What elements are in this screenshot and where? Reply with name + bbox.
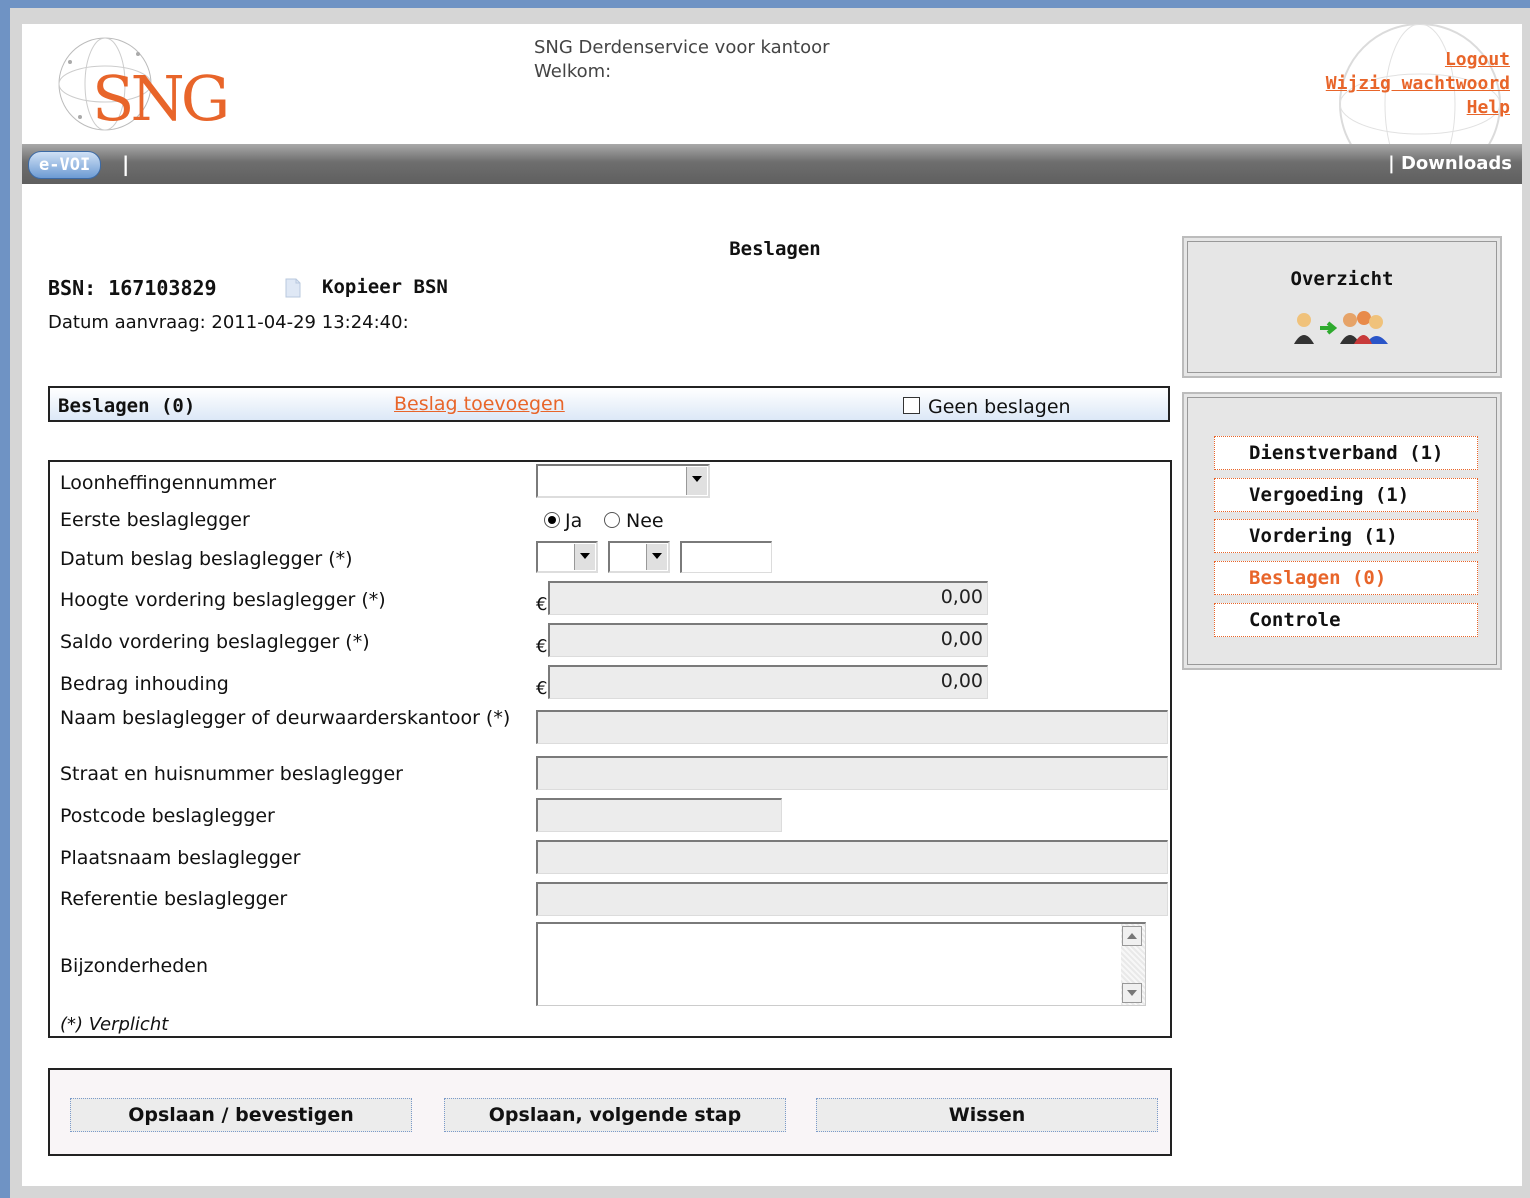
label-loonheffingennummer: Loonheffingennummer [60,472,277,494]
navbar: e-VOI | | Downloads [22,144,1522,184]
page-border-bottom [10,1186,1530,1198]
garnishment-form: Loonheffingennummer Eerste beslaglegger … [48,460,1172,1038]
radio-ja[interactable] [544,512,560,528]
button-bar: Opslaan / bevestigen Opslaan, volgende s… [48,1068,1172,1156]
header-links: Logout Wijzig wachtwoord Help [1326,48,1510,120]
required-note: (*) Verplicht [60,1014,169,1035]
no-garnishments-label: Geen beslagen [928,396,1071,418]
step-controle[interactable]: Controle [1214,603,1478,637]
step-beslagen[interactable]: Beslagen (0) [1214,561,1478,595]
logout-link[interactable]: Logout [1326,48,1510,72]
saldo-vordering-input[interactable]: 0,00 [548,623,988,657]
step-vordering[interactable]: Vordering (1) [1214,519,1478,553]
label-bijzonderheden: Bijzonderheden [60,955,208,977]
scroll-up-icon[interactable] [1122,926,1142,946]
postcode-input[interactable] [536,798,782,832]
radio-nee[interactable] [604,512,620,528]
chevron-down-icon[interactable] [646,544,667,570]
app-title-text: SNG Derdenservice voor kantoor [534,37,830,58]
copy-bsn-link[interactable]: Kopieer BSN [322,276,448,298]
naam-beslaglegger-input[interactable] [536,710,1168,744]
downloads-link[interactable]: | Downloads [1388,153,1512,174]
clear-button[interactable]: Wissen [816,1098,1158,1132]
save-next-button[interactable]: Opslaan, volgende stap [444,1098,786,1132]
loonheffingennummer-select[interactable] [536,464,710,498]
sng-logo: SNG [58,37,230,135]
evoi-tab[interactable]: e-VOI [28,151,102,179]
overview-title: Overzicht [1290,268,1394,290]
label-postcode: Postcode beslaglegger [60,805,275,827]
steps-panel: Dienstverband (1) Vergoeding (1) Vorderi… [1182,392,1502,670]
label-hoogte-vordering: Hoogte vordering beslaglegger (*) [60,589,386,611]
label-datum-beslag: Datum beslag beslaglegger (*) [60,548,353,570]
step-dienstverband[interactable]: Dienstverband (1) [1214,436,1478,470]
referentie-input[interactable] [536,882,1168,916]
radio-ja-label: Ja [565,510,583,532]
hoogte-vordering-input[interactable]: 0,00 [548,581,988,615]
steps-panel-inner: Dienstverband (1) Vergoeding (1) Vorderi… [1187,397,1497,665]
euro-sign: € [536,636,548,657]
logo-text: SNG [92,62,226,135]
users-transfer-icon[interactable] [1292,310,1396,346]
request-date: Datum aanvraag: 2011-04-29 13:24:40: [48,312,409,333]
welcome-text: Welkom: [534,61,612,82]
overview-panel: Overzicht [1182,236,1502,378]
page-border-right [1522,8,1530,1198]
bedrag-inhouding-input[interactable]: 0,00 [548,665,988,699]
nav-separator: | [122,152,130,176]
section-title: Beslagen (0) [58,395,196,417]
label-eerste-beslaglegger: Eerste beslaglegger [60,509,250,531]
label-straat: Straat en huisnummer beslaglegger [60,763,403,785]
label-bedrag-inhouding: Bedrag inhouding [60,673,229,695]
euro-sign: € [536,678,548,699]
month-select[interactable] [608,541,670,573]
label-referentie: Referentie beslaglegger [60,888,288,910]
section-header: Beslagen (0) Beslag toevoegen Geen besla… [48,386,1170,422]
plaatsnaam-input[interactable] [536,840,1168,874]
no-garnishments-checkbox[interactable] [903,397,920,414]
straat-input[interactable] [536,756,1168,790]
app-title: SNG Derdenservice voor kantoor Welkom: [534,36,830,84]
textarea-scrollbar[interactable] [1121,924,1145,1005]
label-plaatsnaam: Plaatsnaam beslaglegger [60,847,301,869]
header: SNG SNG Derdenservice voor kantoor Welko… [22,24,1522,144]
label-saldo-vordering: Saldo vordering beslaglegger (*) [60,631,370,653]
save-confirm-button[interactable]: Opslaan / bevestigen [70,1098,412,1132]
bsn-label: BSN: 167103829 [48,276,217,300]
change-password-link[interactable]: Wijzig wachtwoord [1326,72,1510,96]
bijzonderheden-textarea[interactable] [536,922,1146,1006]
page-border-top [10,8,1530,24]
copy-document-icon[interactable] [285,278,301,298]
day-select[interactable] [536,541,598,573]
page-border-left [10,8,22,1198]
euro-sign: € [536,594,548,615]
add-garnishment-link[interactable]: Beslag toevoegen [394,393,565,415]
step-vergoeding[interactable]: Vergoeding (1) [1214,478,1478,512]
overview-panel-inner: Overzicht [1187,241,1497,373]
window-frame-top [0,0,1530,8]
window-frame-left [0,0,10,1198]
radio-nee-label: Nee [626,510,664,532]
label-naam-beslaglegger: Naam beslaglegger of deurwaarderskantoor… [60,707,511,729]
help-link[interactable]: Help [1326,96,1510,120]
page-title: Beslagen [729,238,821,260]
year-input[interactable] [680,541,772,573]
chevron-down-icon[interactable] [686,467,707,495]
scroll-down-icon[interactable] [1122,983,1142,1003]
chevron-down-icon[interactable] [574,544,595,570]
